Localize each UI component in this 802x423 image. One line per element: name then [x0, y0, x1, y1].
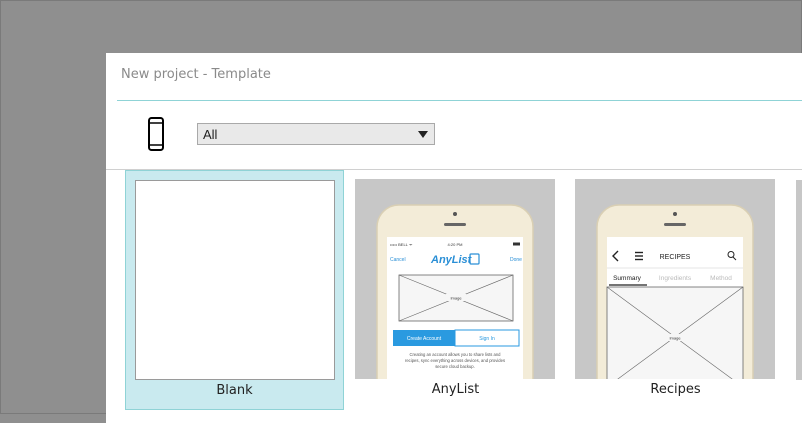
template-label-blank: Blank [216, 383, 253, 398]
template-thumbnail-blank [135, 180, 335, 380]
template-thumbnail-recipes: RECIPES Summary Ingredients Method Image [575, 179, 775, 379]
recipes-phone-preview: RECIPES Summary Ingredients Method Image [596, 204, 754, 379]
anylist-image-label: Image [450, 296, 462, 301]
title-divider [117, 100, 802, 101]
anylist-done: Done [510, 257, 522, 263]
anylist-phone-preview: ••••• BELL ᯤ 4:20 PM Cancel AnyList Done… [376, 204, 534, 379]
template-label-recipes: Recipes [650, 382, 701, 397]
anylist-body-line-3: secure cloud backup. [435, 364, 475, 369]
anylist-body-line-2: recipes, sync everything across devices,… [405, 358, 505, 363]
recipes-image-label: Image [669, 336, 681, 341]
template-card-recipes[interactable]: RECIPES Summary Ingredients Method Image… [566, 170, 785, 410]
anylist-create-account: Create Account [407, 336, 442, 342]
status-time: 4:20 PM [448, 242, 463, 247]
anylist-cancel: Cancel [390, 257, 406, 263]
template-card-partial[interactable] [796, 180, 802, 380]
anylist-body-line-1: Creating an account allows you to share … [409, 352, 501, 357]
recipes-tab-summary: Summary [613, 275, 642, 282]
template-card-blank[interactable]: Blank [125, 170, 344, 410]
recipes-title: RECIPES [660, 254, 691, 261]
anylist-brand: AnyList [430, 254, 473, 266]
template-thumbnail-anylist: ••••• BELL ᯤ 4:20 PM Cancel AnyList Done… [355, 179, 555, 379]
template-label-anylist: AnyList [431, 382, 480, 397]
status-left: ••••• BELL ᯤ [390, 242, 413, 247]
recipes-tab-method: Method [710, 275, 732, 282]
template-filter-value: All [203, 127, 218, 142]
new-project-dialog: New project - Template All Blank ••••• B… [106, 53, 802, 423]
anylist-sign-in: Sign In [479, 336, 495, 342]
dropdown-arrow-icon [418, 131, 428, 138]
dialog-title: New project - Template [121, 67, 271, 82]
phone-icon[interactable] [148, 117, 164, 151]
template-filter-select[interactable]: All [197, 123, 435, 145]
template-card-anylist[interactable]: ••••• BELL ᯤ 4:20 PM Cancel AnyList Done… [346, 170, 565, 410]
recipes-tab-ingredients: Ingredients [659, 275, 692, 282]
